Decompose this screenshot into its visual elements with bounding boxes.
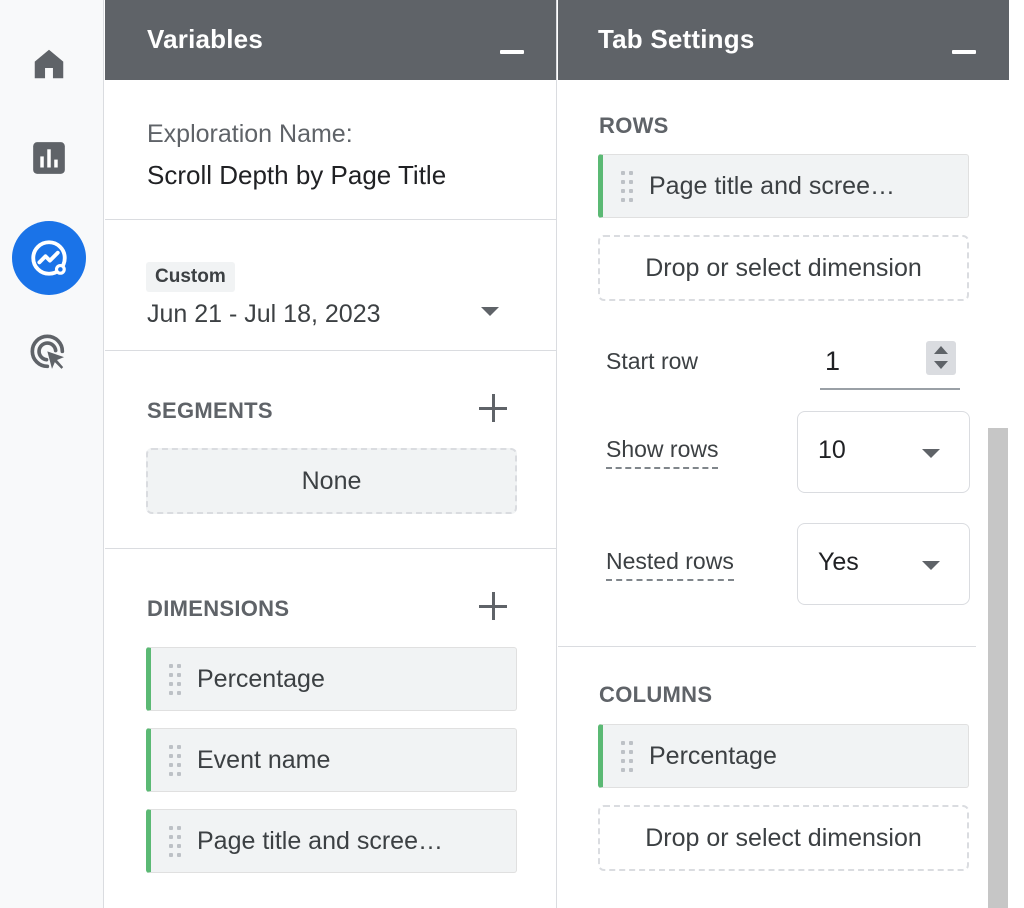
segments-label: SEGMENTS [147, 398, 273, 423]
exploration-name-input[interactable]: Scroll Depth by Page Title [147, 160, 446, 191]
rows-dimension-chip[interactable]: Page title and scree… [598, 154, 969, 218]
start-row-label: Start row [606, 348, 699, 374]
variables-header: Variables [105, 0, 556, 80]
variables-title: Variables [147, 24, 263, 54]
dimension-chip-percentage[interactable]: Percentage [146, 647, 517, 711]
dimensions-label: DIMENSIONS [147, 596, 290, 621]
date-range-section[interactable]: Custom Jun 21 - Jul 18, 2023 [105, 220, 556, 351]
drag-handle-icon[interactable] [621, 171, 633, 202]
rows-label: ROWS [599, 113, 669, 138]
minimize-tab-settings-icon[interactable] [952, 50, 976, 54]
nested-rows-label[interactable]: Nested rows [606, 548, 734, 581]
date-range-dropdown-icon[interactable] [481, 307, 499, 316]
dimension-chip-label: Percentage [197, 664, 325, 693]
nested-rows-dropdown-icon [922, 561, 940, 570]
rows-drop-zone[interactable]: Drop or select dimension [598, 235, 969, 301]
dimension-chip-page-title[interactable]: Page title and scree… [146, 809, 517, 873]
columns-section: COLUMNS Percentage Drop or select dimens… [558, 647, 976, 908]
left-nav-rail [0, 0, 104, 908]
columns-label: COLUMNS [599, 682, 713, 707]
reports-icon [33, 142, 65, 174]
date-range-value[interactable]: Jun 21 - Jul 18, 2023 [147, 300, 381, 329]
show-rows-value: 10 [818, 436, 846, 464]
nested-rows-value: Yes [818, 548, 859, 576]
tab-settings-header: Tab Settings [558, 0, 1009, 80]
drag-handle-icon[interactable] [169, 664, 181, 695]
custom-badge: Custom [146, 262, 235, 292]
add-dimension-icon[interactable] [477, 590, 509, 622]
drag-handle-icon[interactable] [169, 826, 181, 857]
start-row-input[interactable]: 1 [820, 338, 960, 390]
columns-drop-zone[interactable]: Drop or select dimension [598, 805, 969, 871]
segments-section: SEGMENTS None [105, 351, 556, 549]
exploration-name-section: Exploration Name: Scroll Depth by Page T… [105, 80, 556, 220]
nav-explore[interactable] [12, 221, 86, 295]
dimensions-section: DIMENSIONS Percentage Event name Page ti… [105, 549, 556, 908]
variables-panel: Variables Exploration Name: Scroll Depth… [105, 0, 557, 908]
number-spinner-icon[interactable] [926, 341, 956, 375]
tab-settings-scrollbar[interactable] [988, 428, 1008, 908]
show-rows-dropdown-icon [922, 449, 940, 458]
nav-reports[interactable] [12, 121, 86, 195]
explore-icon [31, 240, 67, 276]
drag-handle-icon[interactable] [169, 745, 181, 776]
start-row-value: 1 [825, 346, 841, 376]
dimension-chip-label: Event name [197, 745, 331, 774]
drag-handle-icon[interactable] [621, 741, 633, 772]
show-rows-label[interactable]: Show rows [606, 436, 719, 469]
columns-dimension-chip[interactable]: Percentage [598, 724, 969, 788]
show-rows-select[interactable]: 10 [797, 411, 970, 493]
dimension-chip-event-name[interactable]: Event name [146, 728, 517, 792]
minimize-variables-icon[interactable] [500, 50, 524, 54]
nested-rows-select[interactable]: Yes [797, 523, 970, 605]
advertising-icon [30, 334, 65, 369]
nav-home[interactable] [12, 27, 86, 101]
tab-settings-title: Tab Settings [598, 24, 755, 54]
tab-settings-panel: Tab Settings ROWS Page title and scree… … [558, 0, 1009, 908]
nav-advertising[interactable] [12, 316, 86, 390]
rows-section: ROWS Page title and scree… Drop or selec… [558, 80, 976, 647]
segments-none-box[interactable]: None [146, 448, 517, 514]
rows-chip-label: Page title and scree… [649, 171, 895, 200]
add-segment-icon[interactable] [477, 392, 509, 424]
columns-chip-label: Percentage [649, 741, 777, 770]
exploration-name-label: Exploration Name: [147, 120, 353, 148]
home-icon [34, 49, 64, 79]
dimension-chip-label: Page title and scree… [197, 826, 443, 855]
